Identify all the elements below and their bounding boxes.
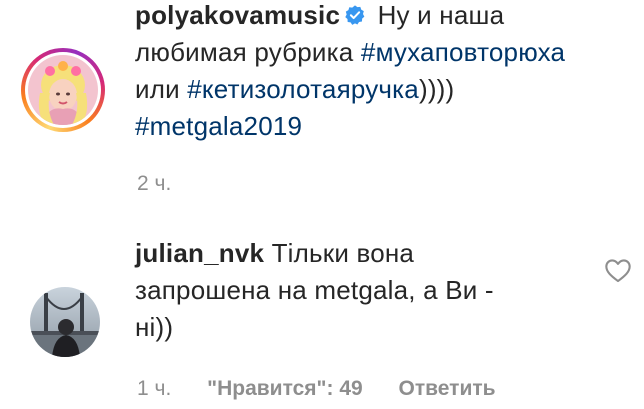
reply-line-1: julian_nvk Тільки вона [135, 235, 595, 272]
reply-text-part-1: Тільки вона [271, 238, 415, 268]
caption-username[interactable]: polyakovamusic [135, 0, 340, 30]
hashtag-link-2[interactable]: #кетизолотаяручка [187, 74, 419, 104]
reply-username[interactable]: julian_nvk [135, 238, 264, 268]
caption-time[interactable]: 2 ч. [137, 172, 171, 195]
reply-avatar-image [30, 287, 100, 357]
reply-button[interactable]: Ответить [399, 377, 496, 400]
avatar-ring-gap [25, 52, 101, 128]
caption-line-2: любимая рубрика #мухаповторюха [135, 34, 635, 71]
caption-text: polyakovamusic Ну и наша любимая рубрика… [135, 0, 635, 145]
story-ring-avatar[interactable] [21, 48, 105, 132]
reply-time[interactable]: 1 ч. [137, 377, 171, 400]
reply-line-2: запрошена на metgala, а Ви - [135, 272, 595, 309]
hashtag-link-1[interactable]: #мухаповторюха [361, 37, 565, 67]
reply-avatar[interactable] [30, 287, 100, 357]
reply-text: julian_nvk Тільки вона запрошена на metg… [135, 235, 595, 346]
caption-text-part-1: Ну и наша [377, 0, 505, 30]
caption-meta: 2 ч. [137, 172, 201, 196]
caption-text-part-3: или [135, 74, 180, 104]
heart-outline-icon[interactable] [604, 257, 632, 283]
verified-badge-icon [344, 0, 366, 25]
caption-line-4: #metgala2019 [135, 108, 635, 145]
reply-text-part-2: запрошена на metgala, а Ви - [135, 275, 494, 305]
caption-line-3: или #кетизолотаяручка)))) [135, 71, 635, 108]
caption-text-part-2: любимая рубрика [135, 37, 354, 67]
reply-line-3: ні)) [135, 309, 595, 346]
caption-line-1: polyakovamusic Ну и наша [135, 0, 635, 34]
reply-meta: 1 ч. "Нравится": 49 Ответить [137, 377, 526, 401]
caption-text-part-4: )))) [418, 74, 455, 104]
reply-likes-count[interactable]: "Нравится": 49 [207, 377, 363, 400]
reply-text-part-3: ні)) [135, 312, 174, 342]
hashtag-link-3[interactable]: #metgala2019 [135, 111, 302, 141]
avatar-image [28, 55, 98, 125]
